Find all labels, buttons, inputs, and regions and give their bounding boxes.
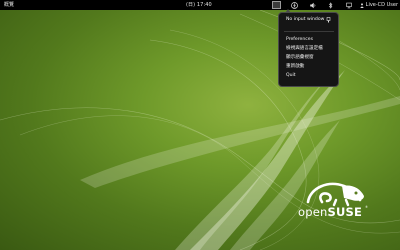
accessibility-glyph bbox=[291, 1, 299, 9]
menu-separator bbox=[284, 31, 334, 32]
menu-item-quit[interactable]: Quit bbox=[286, 73, 296, 79]
keyboard-icon bbox=[272, 1, 282, 9]
keyboard-layout-icon bbox=[326, 17, 331, 23]
menu-item-show-vocabulary-window[interactable]: 顯示語彙視窗 bbox=[286, 55, 314, 61]
volume-glyph bbox=[309, 2, 315, 8]
input-method-menu: No input window Preferences 檢視與語言設定檔 顯示語… bbox=[278, 9, 339, 87]
user-name: Live-CD User bbox=[365, 2, 398, 8]
top-panel: 概覽 (日) 17:40 Live-CD User bbox=[0, 0, 400, 10]
menu-header-no-input-window: No input window bbox=[286, 17, 325, 22]
user-icon bbox=[359, 2, 364, 8]
network-icon[interactable] bbox=[344, 1, 354, 9]
opensuse-wordmark: openSUSE bbox=[298, 205, 362, 219]
menu-item-restart[interactable]: 重新啟動 bbox=[286, 64, 304, 70]
accessibility-icon[interactable] bbox=[290, 1, 300, 9]
clock[interactable]: (日) 17:40 bbox=[186, 2, 212, 8]
status-area: Live-CD User bbox=[264, 0, 398, 10]
logo-trademark: ® bbox=[365, 205, 368, 209]
bluetooth-icon[interactable] bbox=[326, 1, 336, 9]
user-menu[interactable]: Live-CD User bbox=[359, 2, 398, 8]
keyboard-indicator-icon[interactable] bbox=[272, 1, 282, 9]
logo-text-open: open bbox=[298, 205, 328, 219]
volume-icon[interactable] bbox=[308, 1, 318, 9]
desktop: 概覽 (日) 17:40 Live-CD User No input windo… bbox=[0, 0, 400, 250]
menu-item-preferences[interactable]: Preferences bbox=[286, 37, 313, 43]
network-glyph bbox=[345, 2, 352, 8]
bluetooth-glyph bbox=[329, 1, 333, 9]
logo-text-suse: SUSE bbox=[327, 205, 363, 219]
menu-item-view-language-profile[interactable]: 檢視與語言設定檔 bbox=[286, 46, 323, 52]
activities-button[interactable]: 概覽 bbox=[4, 2, 14, 8]
popup-arrow bbox=[285, 9, 291, 13]
